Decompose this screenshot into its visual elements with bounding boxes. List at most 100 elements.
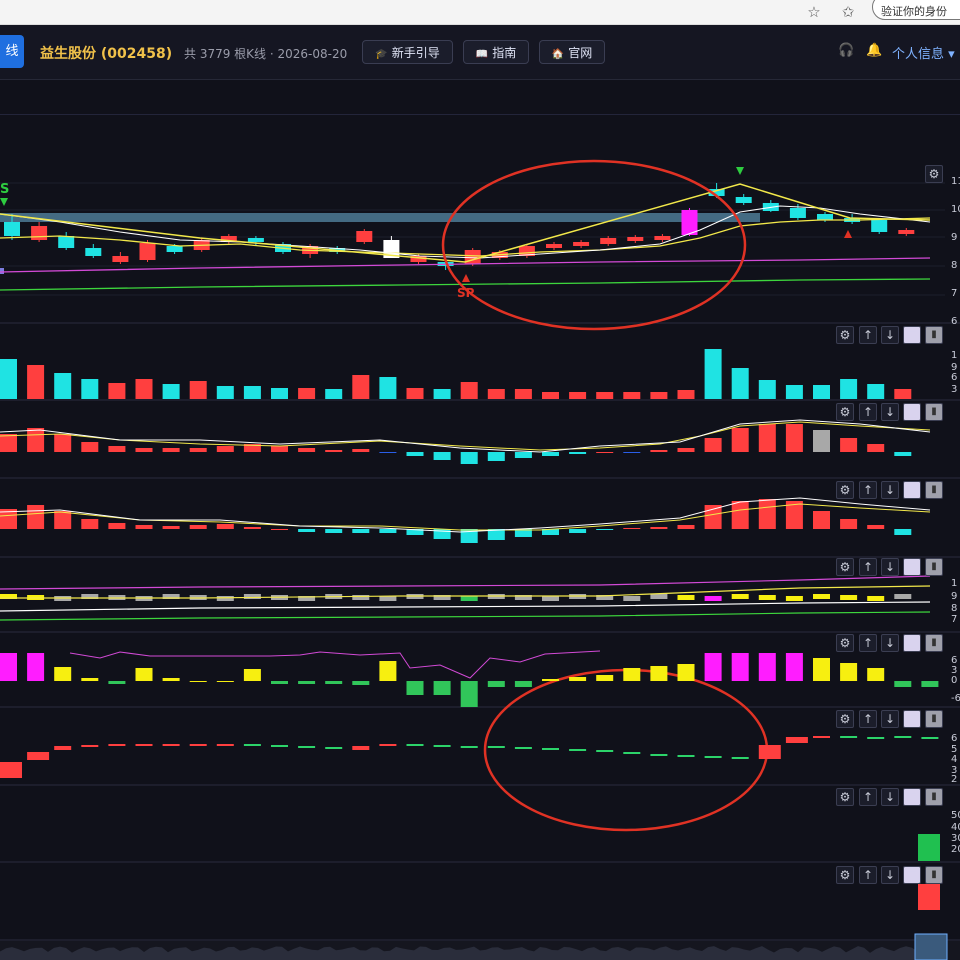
indicator-axis-label: 1 [951,578,957,589]
indicator-bar [678,595,695,600]
trend-dash [163,744,180,746]
momentum-bar [678,664,695,681]
volume-bar [54,373,71,399]
candle [627,237,643,241]
volume-bar [705,349,722,399]
color-swatch-icon[interactable]: ■ [903,710,921,728]
trend-dash [298,746,315,748]
delete-icon[interactable]: ▮ [925,866,943,884]
signal-s-label: S [0,182,9,197]
arrow-up-icon[interactable]: ↑ [859,481,877,499]
volume-bar [569,392,586,399]
trend-dash [407,744,424,746]
settings-icon[interactable]: ⚙ [836,634,854,652]
trend-dash [786,737,808,743]
arrow-up-icon[interactable]: ↑ [859,403,877,421]
arrow-up-icon[interactable]: ↑ [859,866,877,884]
color-swatch-icon[interactable]: ■ [903,634,921,652]
panel7-axis-label: 50 [951,810,960,821]
momentum-bar [515,681,532,687]
settings-icon[interactable]: ⚙ [836,710,854,728]
color-swatch-icon[interactable]: ■ [903,326,921,344]
macd-bar [569,452,586,454]
kline-chart[interactable]: SSP [0,0,960,960]
arrow-down-icon[interactable]: ↓ [881,326,899,344]
settings-icon[interactable]: ⚙ [836,788,854,806]
macd-bar [623,452,640,453]
arrow-down-icon[interactable]: ↓ [881,710,899,728]
oscillator-bar [705,505,722,529]
momentum-axis-label: -6 [951,693,960,704]
volume-bar [298,388,315,399]
volume-bar [515,389,532,399]
indicator-bar [840,595,857,600]
settings-icon[interactable]: ⚙ [836,481,854,499]
oscillator-bar [569,529,586,533]
arrow-up-icon[interactable]: ↑ [859,558,877,576]
volume-bar [461,382,478,399]
momentum-bar [190,681,207,682]
momentum-bar [244,669,261,681]
momentum-bar [434,681,451,695]
arrow-down-icon[interactable]: ↓ [881,481,899,499]
arrow-down-icon[interactable]: ↓ [881,788,899,806]
macd-bar [352,449,369,452]
candle [58,236,74,248]
sell-signal-icon [736,167,744,175]
arrow-down-icon[interactable]: ↓ [881,403,899,421]
delete-icon[interactable]: ▮ [925,481,943,499]
momentum-bar [108,681,125,684]
arrow-down-icon[interactable]: ↓ [881,866,899,884]
settings-icon[interactable]: ⚙ [925,165,943,183]
settings-icon[interactable]: ⚙ [836,326,854,344]
color-swatch-icon[interactable]: ■ [903,558,921,576]
arrow-down-icon[interactable]: ↓ [881,634,899,652]
volume-bar [27,365,44,399]
arrow-up-icon[interactable]: ↑ [859,788,877,806]
color-swatch-icon[interactable]: ■ [903,866,921,884]
macd-bar [867,444,884,452]
trend-dash [190,744,207,746]
trend-dash [569,749,586,751]
color-swatch-icon[interactable]: ■ [903,403,921,421]
trend-dash [921,737,938,739]
arrow-down-icon[interactable]: ↓ [881,558,899,576]
delete-icon[interactable]: ▮ [925,634,943,652]
arrow-up-icon[interactable]: ↑ [859,326,877,344]
volume-bar [352,375,369,399]
momentum-bar [136,668,153,681]
candle [871,220,887,232]
macd-bar [650,450,667,452]
color-swatch-icon[interactable]: ■ [903,788,921,806]
delete-icon[interactable]: ▮ [925,710,943,728]
settings-icon[interactable]: ⚙ [836,558,854,576]
delete-icon[interactable]: ▮ [925,558,943,576]
macd-bar [596,452,613,453]
momentum-bar [488,681,505,687]
trend-dash [27,752,49,760]
delete-icon[interactable]: ▮ [925,403,943,421]
volume-bar [732,368,749,399]
macd-bar [217,446,234,452]
momentum-axis-label: 0 [951,675,957,686]
left-marker [0,268,4,274]
buy-signal-icon [462,274,470,282]
oscillator-bar [840,519,857,529]
indicator-bar [759,595,776,600]
momentum-bar [325,681,342,684]
delete-icon[interactable]: ▮ [925,326,943,344]
indicator-bar [244,594,261,599]
price-axis-label: 9 [951,232,957,243]
momentum-bar [27,653,44,681]
momentum-bar [786,653,803,681]
settings-icon[interactable]: ⚙ [836,866,854,884]
color-swatch-icon[interactable]: ■ [903,481,921,499]
candle [600,238,616,244]
oscillator-bar [136,525,153,529]
delete-icon[interactable]: ▮ [925,788,943,806]
macd-bar [0,434,17,452]
settings-icon[interactable]: ⚙ [836,403,854,421]
arrow-up-icon[interactable]: ↑ [859,634,877,652]
arrow-up-icon[interactable]: ↑ [859,710,877,728]
macd-bar [705,438,722,452]
